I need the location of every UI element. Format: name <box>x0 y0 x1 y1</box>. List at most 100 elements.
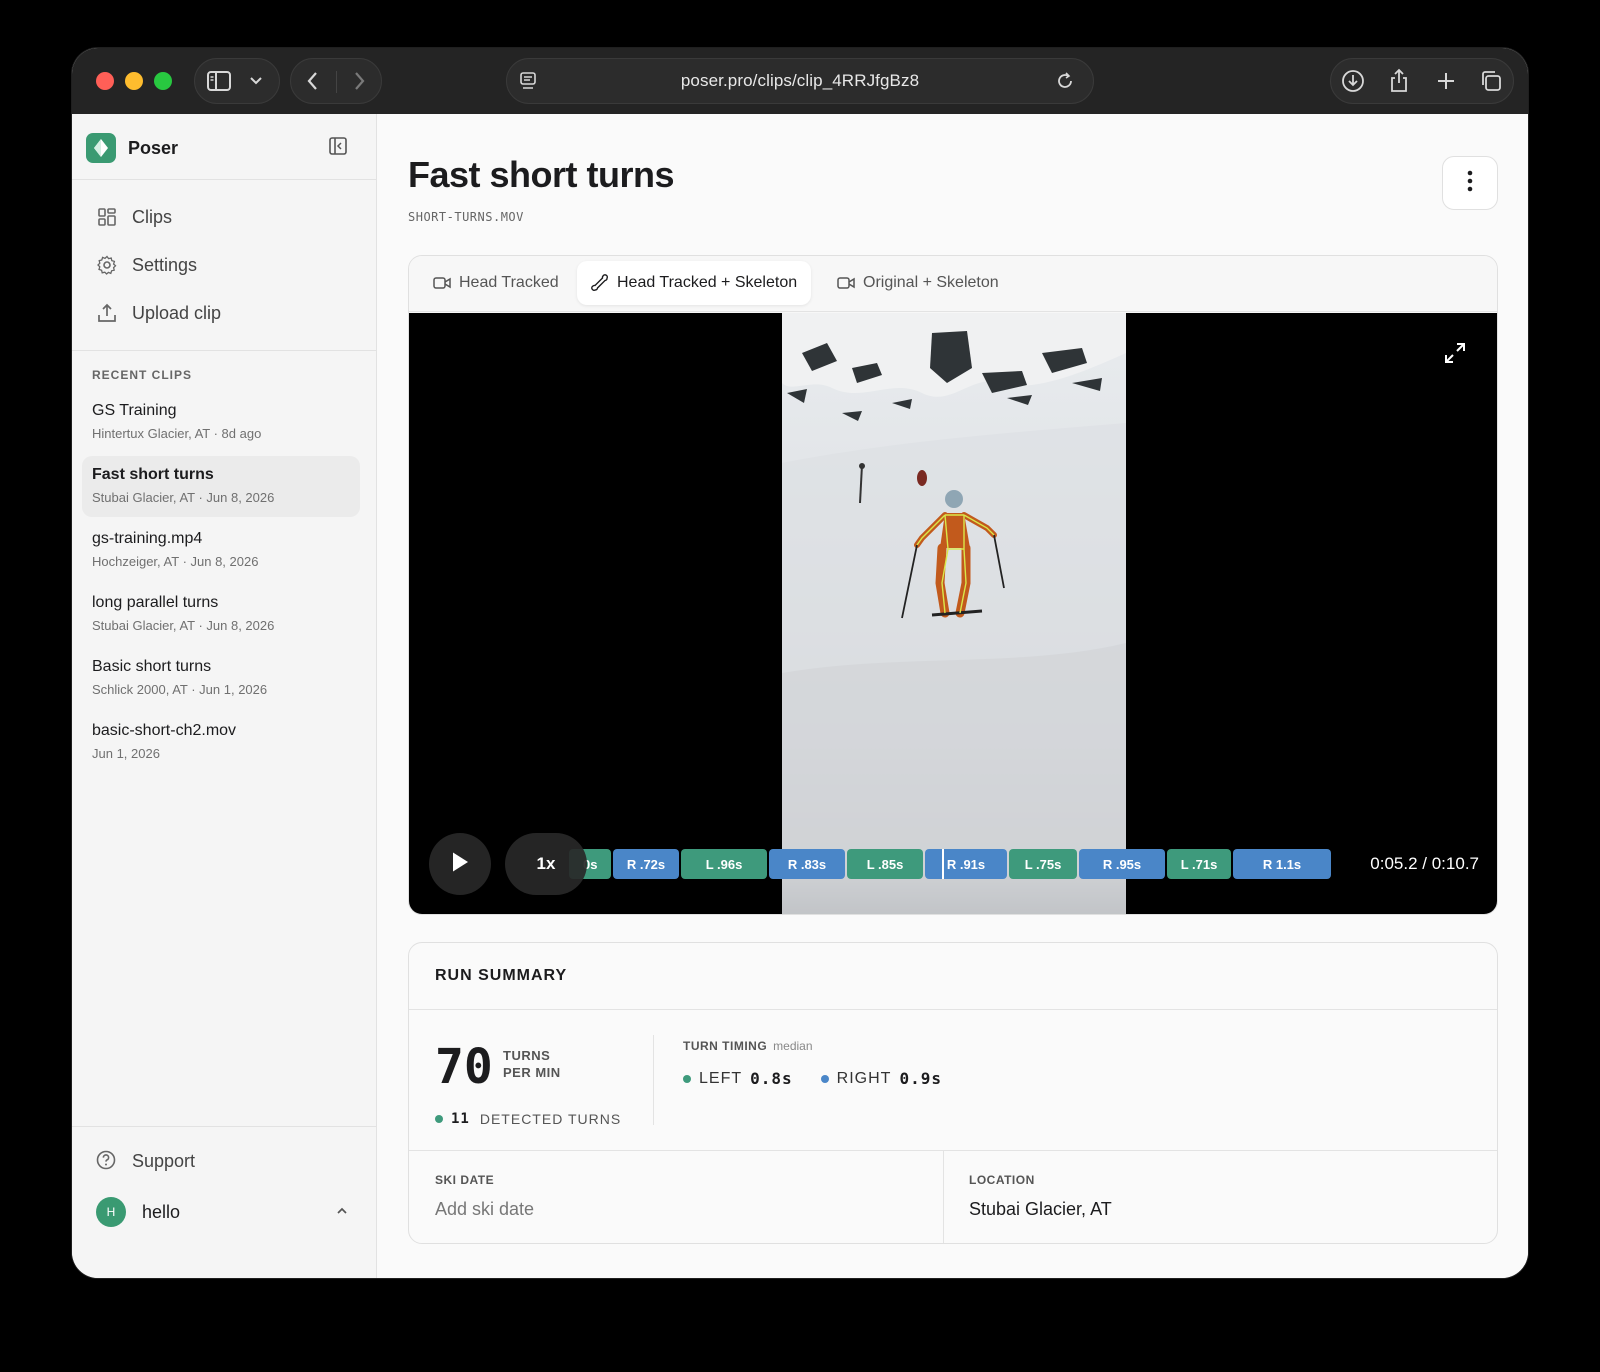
chevron-up-icon <box>334 1203 352 1221</box>
tab-original-skeleton[interactable]: Original + Skeleton <box>823 261 1013 305</box>
tab-label: Original + Skeleton <box>863 274 999 291</box>
sidebar-item-label: Upload clip <box>132 302 222 323</box>
back-button[interactable] <box>305 70 321 92</box>
clip-title: GS Training <box>92 402 177 419</box>
tab-label: Head Tracked + Skeleton <box>617 274 798 291</box>
turn-segment[interactable]: R .91s <box>925 849 1007 879</box>
user-menu[interactable]: H hello <box>96 1196 352 1228</box>
clip-title: Fast short turns <box>92 466 214 483</box>
sidebar-divider <box>72 1126 377 1127</box>
turn-segment[interactable]: L .85s <box>847 849 923 879</box>
recent-clips-heading: RECENT CLIPS <box>92 368 193 382</box>
view-tabs: Head Tracked Head Tracked + Skeleton Ori… <box>409 256 1497 312</box>
sidebar-item-upload-clip[interactable]: Upload clip <box>96 298 221 328</box>
location-field[interactable]: LOCATION Stubai Glacier, AT <box>969 1151 1469 1243</box>
playback-speed-button[interactable]: 1x <box>505 833 587 895</box>
turn-timing-label: TURN TIMING <box>683 1039 768 1053</box>
ski-scene-image <box>782 313 1126 914</box>
user-name: hello <box>142 1201 181 1222</box>
turn-timing-values: LEFT 0.8s RIGHT 0.9s <box>683 1069 970 1088</box>
video-frame <box>782 313 1126 914</box>
play-icon <box>450 851 470 878</box>
nav-divider <box>336 71 337 93</box>
turn-segment[interactable]: R .95s <box>1079 849 1165 879</box>
close-window-button[interactable] <box>96 72 114 90</box>
tab-overview-icon[interactable] <box>1479 69 1503 93</box>
detected-label: DETECTED TURNS <box>479 1111 622 1127</box>
tab-head-tracked[interactable]: Head Tracked <box>419 261 573 305</box>
share-icon[interactable] <box>1388 68 1410 94</box>
poser-logo-icon <box>86 133 116 163</box>
video-camera-icon <box>837 274 855 292</box>
left-value: 0.8s <box>750 1069 793 1088</box>
sidebar-toggle-button[interactable] <box>194 58 280 104</box>
run-summary-title: RUN SUMMARY <box>435 967 568 984</box>
turn-segment[interactable]: R .72s <box>613 849 679 879</box>
play-button[interactable] <box>429 833 491 895</box>
turn-timing-heading: TURN TIMING median <box>683 1039 813 1053</box>
page-title: Fast short turns <box>408 154 675 195</box>
clip-filename: SHORT-TURNS.MOV <box>408 210 524 224</box>
left-dot-icon <box>683 1074 691 1083</box>
clip-subtitle: Schlick 2000, AT · Jun 1, 2026 <box>92 682 268 697</box>
ski-date-field[interactable]: SKI DATE Add ski date <box>435 1151 935 1243</box>
recent-clip-item[interactable]: basic-short-ch2.mov Jun 1, 2026 <box>82 712 360 773</box>
ski-date-label: SKI DATE <box>435 1173 495 1187</box>
turn-segment[interactable]: R 1.1s <box>1233 849 1331 879</box>
recent-clip-item[interactable]: GS Training Hintertux Glacier, AT · 8d a… <box>82 392 360 453</box>
support-label: Support <box>132 1150 196 1171</box>
avatar: H <box>96 1197 126 1227</box>
brand[interactable]: Poser <box>86 132 178 164</box>
meta-divider <box>943 1151 944 1243</box>
left-label: LEFT <box>699 1069 743 1087</box>
sidebar-item-label: Settings <box>132 254 198 275</box>
detected-count: 11 <box>451 1111 470 1127</box>
main-content: Fast short turns SHORT-TURNS.MOV Head Tr… <box>378 114 1528 1278</box>
sidebar-item-clips[interactable]: Clips <box>96 202 172 232</box>
minimize-window-button[interactable] <box>125 72 143 90</box>
recent-clip-item[interactable]: long parallel turns Stubai Glacier, AT ·… <box>82 584 360 645</box>
clip-subtitle: Stubai Glacier, AT · Jun 8, 2026 <box>92 490 275 505</box>
forward-button[interactable] <box>351 70 367 92</box>
recent-clip-item[interactable]: gs-training.mp4 Hochzeiger, AT · Jun 8, … <box>82 520 360 581</box>
unit-line: PER MIN <box>503 1065 561 1080</box>
browser-toolbar: poser.pro/clips/clip_4RRJfgBz8 <box>72 48 1528 114</box>
turn-segment[interactable]: R .83s <box>769 849 845 879</box>
brand-name: Poser <box>128 137 179 158</box>
time-readout: 0:05.2 / 0:10.7 <box>1370 854 1479 873</box>
download-icon[interactable] <box>1341 69 1365 93</box>
turn-segment[interactable]: L .75s <box>1009 849 1077 879</box>
more-options-button[interactable] <box>1442 156 1498 210</box>
clip-title: gs-training.mp4 <box>92 530 203 547</box>
ski-date-value[interactable]: Add ski date <box>435 1199 534 1220</box>
summary-vertical-divider <box>653 1035 654 1125</box>
tab-head-tracked-skeleton[interactable]: Head Tracked + Skeleton <box>577 261 812 305</box>
turn-segment[interactable]: L .71s <box>1167 849 1231 879</box>
address-bar[interactable]: poser.pro/clips/clip_4RRJfgBz8 <box>506 58 1094 104</box>
recent-clip-item-active[interactable]: Fast short turns Stubai Glacier, AT · Ju… <box>82 456 360 517</box>
clip-subtitle: Jun 1, 2026 <box>92 746 160 761</box>
run-summary-card: RUN SUMMARY 70 TURNS PER MIN 11 DETECTED… <box>408 942 1498 1244</box>
timeline-playhead[interactable] <box>942 849 944 879</box>
chevron-down-icon <box>249 72 263 90</box>
video-player[interactable]: 0s R .72s L .96s R .83s L .85s R .91s L .75s R … <box>409 313 1497 914</box>
turn-segment[interactable]: L .96s <box>681 849 767 879</box>
fullscreen-expand-icon[interactable] <box>1443 341 1469 367</box>
zoom-window-button[interactable] <box>154 72 172 90</box>
detected-turns: 11 DETECTED TURNS <box>435 1111 621 1127</box>
detected-dot-icon <box>435 1115 443 1123</box>
location-value[interactable]: Stubai Glacier, AT <box>969 1199 1112 1220</box>
summary-divider <box>409 1009 1497 1010</box>
collapse-sidebar-icon[interactable] <box>328 136 350 158</box>
reload-icon[interactable] <box>1055 71 1075 91</box>
recent-clip-item[interactable]: Basic short turns Schlick 2000, AT · Jun… <box>82 648 360 709</box>
sidebar-item-settings[interactable]: Settings <box>96 250 197 280</box>
support-link[interactable]: Support <box>96 1146 195 1176</box>
turn-timeline[interactable]: 0s R .72s L .96s R .83s L .85s R .91s L .75s R … <box>569 849 1399 879</box>
bone-icon <box>591 274 609 292</box>
url-text: poser.pro/clips/clip_4RRJfgBz8 <box>680 71 920 90</box>
right-value: 0.9s <box>899 1069 942 1088</box>
gear-icon <box>96 254 118 276</box>
new-tab-icon[interactable] <box>1435 70 1457 92</box>
sidebar-icon <box>207 70 231 92</box>
